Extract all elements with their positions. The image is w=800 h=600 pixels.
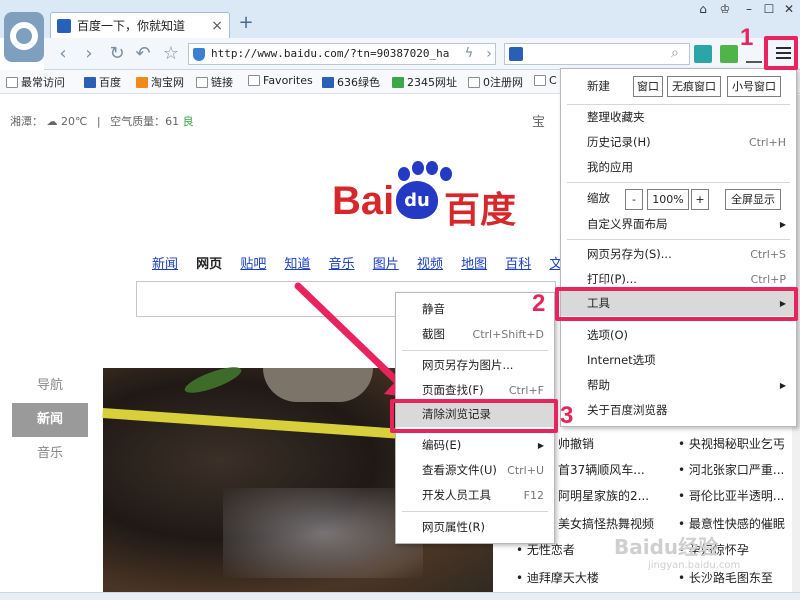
submenu-item-devtools[interactable]: 开发人员工具 F12: [396, 483, 554, 508]
menu-item-help[interactable]: 帮助 ▶: [561, 373, 796, 398]
menu-item-save-as[interactable]: 网页另存为(S)... Ctrl+S: [561, 242, 796, 267]
highlight-box-menu: [764, 36, 798, 70]
main-menu: 新建 窗口 无痕窗口 小号窗口 整理收藏夹 历史记录(H) Ctrl+H 我的应用…: [560, 68, 797, 427]
submenu-item-save-as-image[interactable]: 网页另存为图片...: [396, 353, 554, 378]
step-number-1: 1: [740, 24, 754, 51]
submenu-item-mute[interactable]: 静音: [396, 297, 554, 322]
highlight-box-tools: [555, 287, 798, 321]
menu-item-internet-options[interactable]: Internet选项: [561, 348, 796, 373]
zoom-in-button[interactable]: +: [691, 189, 709, 210]
menu-item-custom-layout[interactable]: 自定义界面布局 ▶: [561, 212, 796, 237]
submenu-item-screenshot[interactable]: 截图 Ctrl+Shift+D: [396, 322, 554, 347]
step-number-2: 2: [532, 290, 546, 317]
menu-item-options[interactable]: 选项(O): [561, 323, 796, 348]
new-private-window-button[interactable]: 无痕窗口: [667, 76, 721, 97]
new-small-window-button[interactable]: 小号窗口: [727, 76, 781, 97]
submenu-item-view-source[interactable]: 查看源文件(U) Ctrl+U: [396, 458, 554, 483]
submenu-item-encoding[interactable]: 编码(E) ▶: [396, 433, 554, 458]
highlight-box-clear: [390, 399, 558, 433]
zoom-out-button[interactable]: -: [625, 189, 643, 210]
menu-item-about[interactable]: 关于百度浏览器: [561, 398, 796, 423]
menu-item-favorites[interactable]: 整理收藏夹: [561, 105, 796, 130]
menu-item-history[interactable]: 历史记录(H) Ctrl+H: [561, 130, 796, 155]
fullscreen-button[interactable]: 全屏显示: [725, 189, 781, 210]
step-number-3: 3: [560, 402, 574, 429]
submenu-item-page-properties[interactable]: 网页属性(R): [396, 515, 554, 540]
new-window-button[interactable]: 窗口: [633, 76, 663, 97]
menu-item-my-apps[interactable]: 我的应用: [561, 155, 796, 180]
zoom-value: 100%: [647, 189, 689, 210]
